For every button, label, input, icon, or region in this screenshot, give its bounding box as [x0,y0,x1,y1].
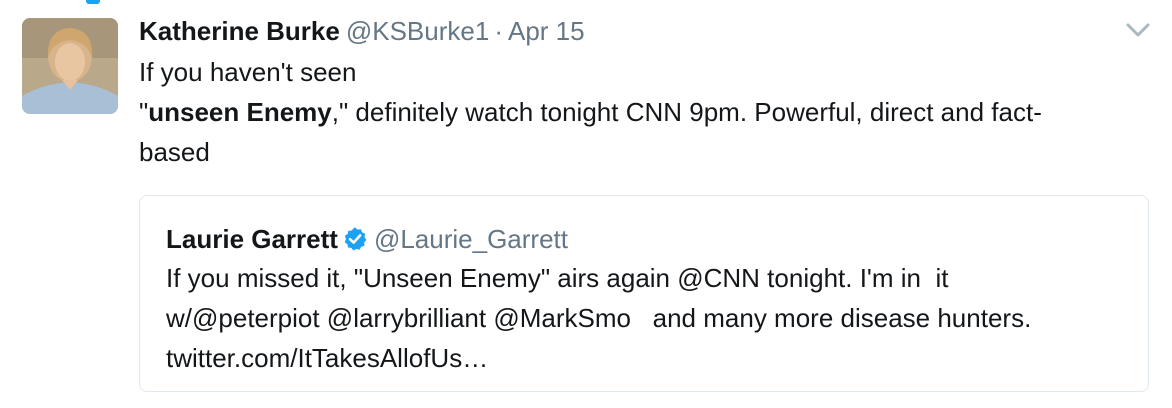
tweet-timestamp[interactable]: Apr 15 [508,16,585,46]
tweet-text: If you haven't seen "unseen Enemy," defi… [139,52,1139,172]
quoted-text-link: twitter.com/ItTakesAllofUs… [166,343,489,373]
tweet-text-rest: ," definitely watch tonight CNN 9pm. Pow… [331,97,1042,127]
bold-title: unseen Enemy [148,97,332,127]
avatar[interactable] [22,18,118,114]
verified-badge-icon [344,227,367,251]
tweet-menu-button[interactable] [1124,18,1152,42]
quoted-author-name: Laurie Garrett [166,224,338,254]
tweet[interactable]: Katherine Burke @KSBurke1 · Apr 15 If you h… [0,0,1172,408]
quoted-text-line: w/@peterpiot @larrybrilliant @MarkSmo an… [166,303,1032,333]
quoted-text-line: If you missed it, "Unseen Enemy" airs ag… [166,263,949,293]
header-separator: · [494,16,503,46]
chevron-down-icon [1126,23,1150,37]
tweet-header: Katherine Burke @KSBurke1 · Apr 15 [139,14,585,48]
avatar-photo [22,18,118,114]
open-quote: " [139,97,149,127]
quoted-tweet-text: If you missed it, "Unseen Enemy" airs ag… [166,258,1126,378]
tweet-text-line: based [139,137,210,167]
author-name[interactable]: Katherine Burke [139,16,340,46]
tweet-text-line: If you haven't seen [139,57,357,87]
quoted-author-username: @Laurie_Garrett [373,224,568,254]
quoted-tweet[interactable]: Laurie Garrett @Laurie_Garrett If you mi… [139,195,1149,392]
quoted-tweet-header: Laurie Garrett @Laurie_Garrett [166,222,568,256]
tweet-text-line: "unseen Enemy," definitely watch tonight… [139,92,1139,132]
author-username[interactable]: @KSBurke1 [346,16,489,46]
